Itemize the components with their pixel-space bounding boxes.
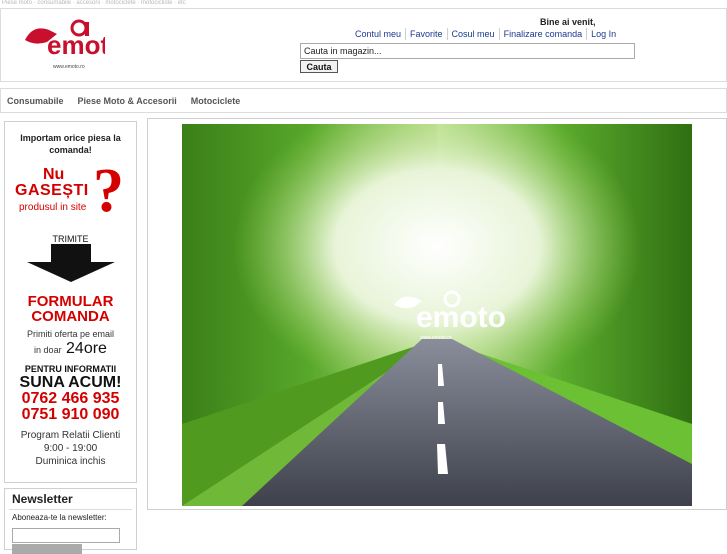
banner-formular-line2: COMANDA: [31, 308, 110, 325]
banner-call-now: SUNA ACUM!: [19, 374, 122, 391]
welcome-text: Bine ai venit,: [540, 17, 596, 27]
program-title: Program Relatii Clienti: [20, 430, 121, 441]
search-input[interactable]: [300, 43, 635, 59]
hero-logo-url: www.emoto.ro: [420, 335, 452, 341]
account-link[interactable]: Contul meu: [351, 28, 407, 40]
phone-number-1: 0762 466 935: [21, 390, 120, 407]
phone-number-2: 0751 910 090: [21, 406, 120, 423]
banner-gasesti: GASEȘTI: [15, 182, 89, 199]
hero-logo-text: emoto: [416, 301, 506, 334]
banner-info-label: PENTRU INFORMATII: [24, 364, 117, 374]
newsletter-title: Newsletter: [12, 492, 73, 506]
arrow-head: [26, 262, 115, 282]
logo-url: www.emoto.ro: [53, 64, 85, 70]
banner-headline: Importam orice piesa la comanda!: [20, 133, 121, 155]
site-logo[interactable]: emoto www.emoto.ro: [23, 18, 105, 70]
nav-item-piese-moto[interactable]: Piese Moto & Accesorii: [78, 96, 177, 106]
newsletter-subscribe-button[interactable]: [12, 544, 82, 554]
main-content: emoto www.emoto.ro: [147, 118, 727, 510]
checkout-link[interactable]: Finalizare comanda: [500, 28, 588, 40]
arrow-down-icon: [50, 244, 91, 262]
question-mark-icon: ?: [93, 157, 124, 225]
banner-offer-email: Primiti oferta pe email: [26, 329, 115, 339]
program-hours: 9:00 - 19:00: [43, 443, 98, 454]
cart-link[interactable]: Cosul meu: [448, 28, 500, 40]
newsletter-box: Newsletter Aboneaza-te la newsletter:: [4, 488, 137, 554]
newsletter-email-input[interactable]: [12, 528, 120, 543]
nav-item-motociclete[interactable]: Motociclete: [191, 96, 241, 106]
hero-road-image: emoto www.emoto.ro: [182, 124, 692, 506]
banner-doar: in doar: [34, 345, 62, 355]
header: emoto www.emoto.ro Bine ai venit, Contul…: [0, 8, 727, 82]
banner-24h: in doar 24ore: [5, 340, 136, 358]
nav-item-consumabile[interactable]: Consumabile: [7, 96, 64, 106]
program-sunday: Duminica inchis: [35, 456, 106, 467]
banner-produsul: produsul in site: [19, 202, 87, 213]
banner-formular-line1: FORMULAR: [27, 293, 114, 310]
top-links: Contul meu Favorite Cosul meu Finalizare…: [351, 28, 620, 40]
newsletter-label: Aboneaza-te la newsletter:: [12, 513, 107, 522]
site-tagline: Piese moto · consumabile · accesorii · m…: [2, 0, 186, 6]
banner-24ore: 24ore: [66, 340, 107, 357]
search-button[interactable]: Cauta: [300, 60, 338, 73]
order-banner[interactable]: Importam orice piesa la comanda! Nu GASE…: [4, 121, 137, 483]
banner-trimite: TRIMITE: [52, 234, 89, 244]
favorites-link[interactable]: Favorite: [406, 28, 448, 40]
not-found-block: Nu GASEȘTI produsul in site ?: [5, 160, 136, 232]
login-link[interactable]: Log In: [587, 28, 620, 40]
banner-formular: FORMULAR COMANDA: [5, 294, 136, 324]
customer-service-hours: Program Relatii Clienti 9:00 - 19:00 Dum…: [5, 429, 136, 468]
newsletter-divider: [9, 509, 132, 510]
main-nav: Consumabile Piese Moto & Accesorii Motoc…: [0, 88, 727, 113]
